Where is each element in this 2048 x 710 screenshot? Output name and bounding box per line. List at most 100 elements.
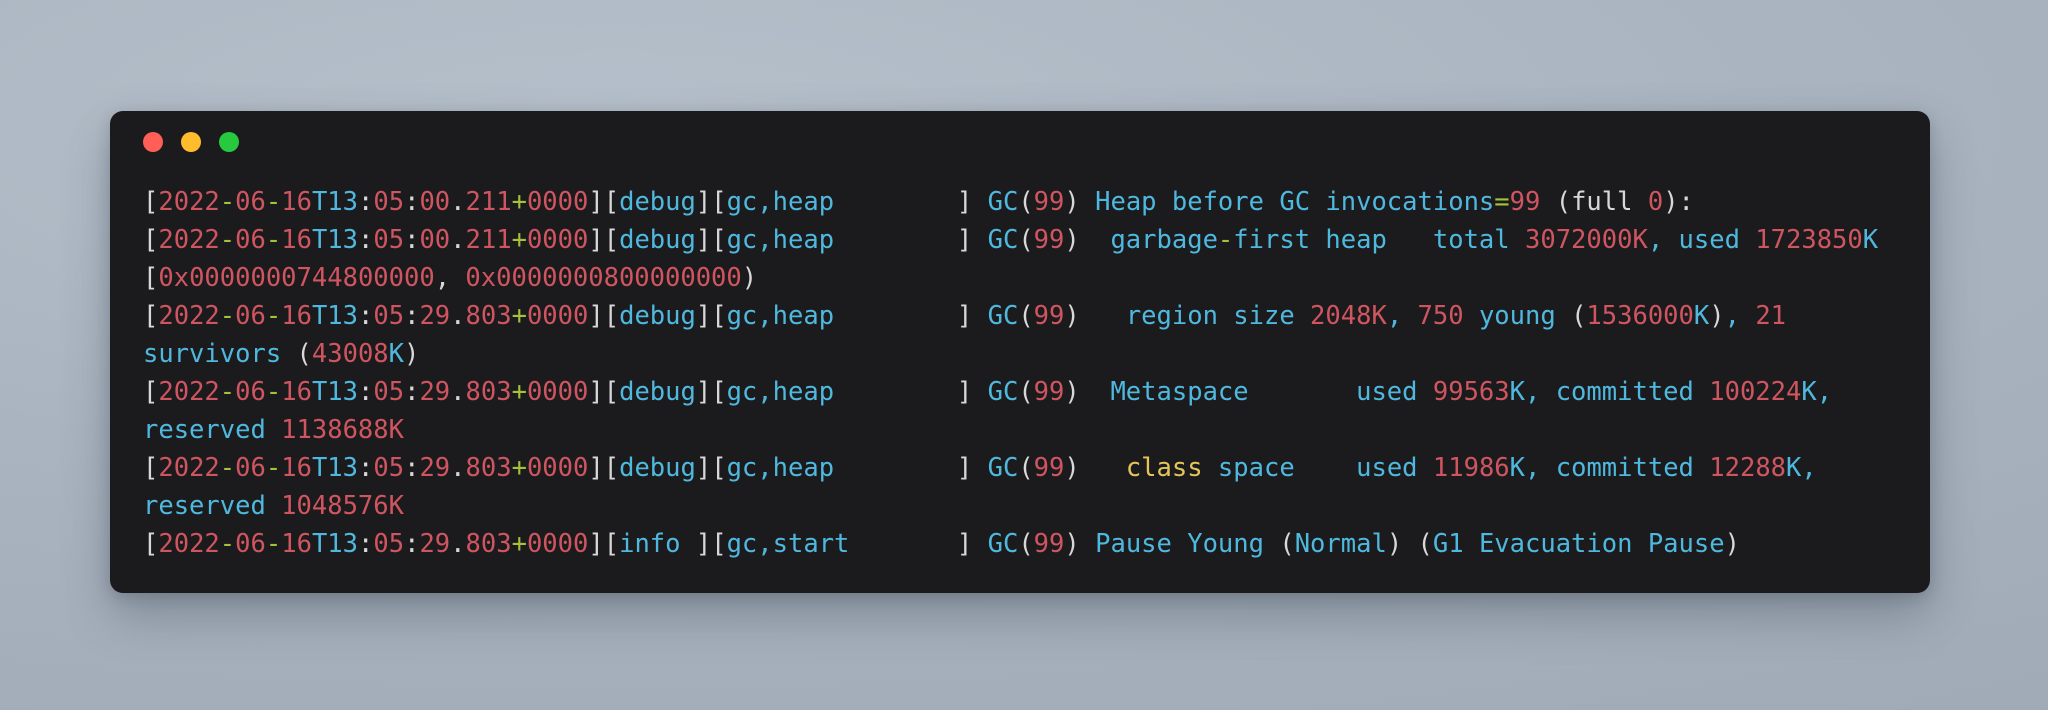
log-token: 1536000 — [1586, 301, 1694, 331]
log-token: - — [219, 529, 236, 559]
log-token: 99 — [1509, 187, 1541, 217]
log-token: 29 — [419, 377, 451, 407]
log-token: - — [265, 225, 282, 255]
log-line: [2022-06-16T13:05:29.803+0000][debug][gc… — [143, 449, 1930, 525]
minimize-button[interactable] — [181, 132, 201, 152]
log-token: ): — [1663, 187, 1694, 217]
log-token: 99563 — [1432, 377, 1510, 407]
log-token: used — [1678, 225, 1756, 255]
log-line: [2022-06-16T13:05:29.803+0000][info ][gc… — [143, 525, 1930, 563]
log-token: - — [219, 187, 236, 217]
log-token: 05 — [373, 301, 405, 331]
log-token: : — [358, 225, 374, 255]
log-token: garbage — [1110, 225, 1218, 255]
log-token: 803 — [465, 529, 512, 559]
log-token: 16 — [281, 453, 312, 483]
log-token: 0000 — [526, 453, 589, 483]
log-token: GC — [987, 529, 1019, 559]
log-token: - — [265, 377, 282, 407]
log-token: ) — [1064, 301, 1126, 331]
log-token: Pause Young — [1095, 529, 1280, 559]
zoom-button[interactable] — [219, 132, 239, 152]
log-token: 06 — [235, 225, 266, 255]
log-token: 1048576K — [281, 491, 404, 521]
log-token: K — [1801, 377, 1817, 407]
titlebar[interactable] — [110, 111, 1930, 173]
log-token: T — [311, 529, 328, 559]
log-token: ( — [1018, 529, 1034, 559]
log-token: 16 — [281, 187, 312, 217]
log-token: 05 — [373, 453, 405, 483]
terminal-window[interactable]: [2022-06-16T13:05:00.211+0000][debug][gc… — [110, 111, 1930, 593]
log-token: 99 — [1033, 187, 1065, 217]
log-token: 21 — [1755, 301, 1787, 331]
log-token: , — [1724, 301, 1756, 331]
log-token: 16 — [281, 377, 312, 407]
log-token: ) — [404, 339, 420, 369]
log-token: 0x0000000800000000 — [465, 263, 742, 293]
log-token: - — [219, 301, 236, 331]
log-token: first heap total — [1233, 225, 1525, 255]
log-token: debug — [619, 225, 696, 255]
log-token: 99 — [1033, 377, 1065, 407]
log-token: + — [511, 225, 527, 255]
log-token: 06 — [235, 301, 266, 331]
log-token: ( — [1018, 377, 1034, 407]
log-token: 43008 — [311, 339, 389, 369]
log-token: [ — [143, 301, 159, 331]
log-token: Heap before GC invocations — [1095, 187, 1495, 217]
log-token: ) — [1064, 187, 1096, 217]
log-token: ][ — [588, 377, 620, 407]
log-token: 750 — [1417, 301, 1464, 331]
log-token: 29 — [419, 453, 451, 483]
log-token: ) — [1064, 529, 1096, 559]
log-token: ][ — [695, 529, 727, 559]
log-token: : — [404, 187, 420, 217]
log-token: K — [1786, 453, 1802, 483]
log-token: ][ — [588, 301, 620, 331]
log-token: - — [219, 453, 236, 483]
log-token: 211 — [465, 225, 512, 255]
log-token: - — [219, 225, 236, 255]
log-token: G1 Evacuation Pause — [1432, 529, 1725, 559]
log-token: 2022 — [158, 529, 220, 559]
log-token: ][ — [695, 377, 727, 407]
log-token: ( — [1018, 453, 1034, 483]
log-token — [849, 529, 956, 559]
log-token: : — [404, 225, 420, 255]
log-token: 0000 — [526, 225, 589, 255]
log-token: T — [311, 225, 328, 255]
log-token: gc,start — [726, 529, 850, 559]
log-token: used — [1356, 453, 1433, 483]
log-token: : — [358, 301, 374, 331]
log-token: class — [1125, 453, 1203, 483]
log-token: 29 — [419, 301, 451, 331]
log-token: ) — [1709, 301, 1725, 331]
log-token: 2022 — [158, 377, 220, 407]
log-token: + — [511, 301, 527, 331]
log-token: ] — [956, 187, 988, 217]
log-token: ( — [296, 339, 312, 369]
log-token: ] — [956, 377, 988, 407]
log-token: 211 — [465, 187, 512, 217]
log-token: [ — [143, 225, 159, 255]
log-token: GC — [987, 453, 1019, 483]
log-token: 06 — [235, 453, 266, 483]
terminal-log-output[interactable]: [2022-06-16T13:05:00.211+0000][debug][gc… — [110, 173, 1930, 563]
log-token: gc,heap — [726, 225, 835, 255]
log-token: ][ — [695, 225, 727, 255]
log-token: region size — [1125, 301, 1311, 331]
log-token: T — [311, 187, 328, 217]
log-token: 13 — [327, 453, 359, 483]
log-token: 803 — [465, 377, 512, 407]
log-token: + — [511, 187, 527, 217]
log-token: debug — [619, 301, 696, 331]
log-token: + — [511, 377, 527, 407]
log-token: ) — [1064, 377, 1111, 407]
log-token: K — [388, 339, 405, 369]
close-button[interactable] — [143, 132, 163, 152]
log-token: 3072000K — [1524, 225, 1648, 255]
log-token: K — [1509, 453, 1526, 483]
log-token: 1138688K — [281, 415, 404, 445]
log-token: : — [358, 377, 374, 407]
